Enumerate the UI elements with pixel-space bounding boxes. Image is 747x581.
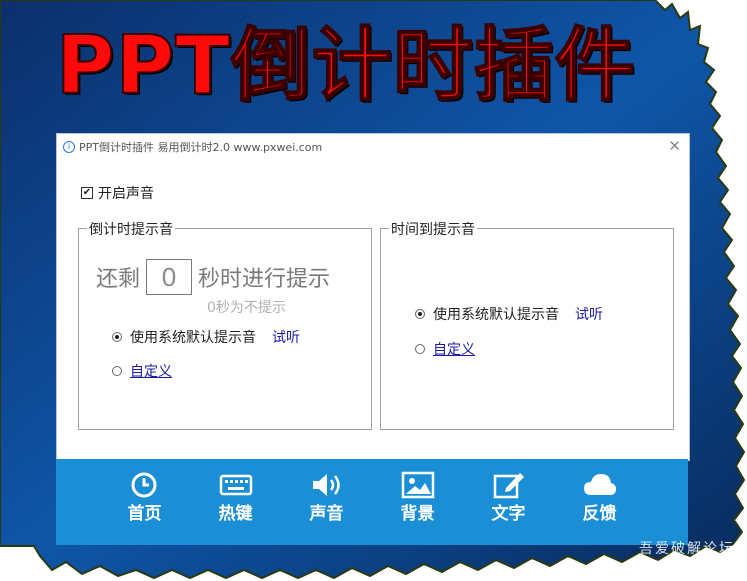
- toolbar-sound-button[interactable]: 声音: [281, 459, 372, 545]
- keyboard-icon: [219, 474, 253, 496]
- toolbar-background-button[interactable]: 背景: [372, 459, 463, 545]
- toolbar-label: 背景: [400, 504, 435, 524]
- toolbar-text-button[interactable]: 文字: [463, 459, 554, 545]
- edit-icon: [493, 473, 524, 499]
- toolbar-label: 文字: [491, 504, 526, 524]
- toolbar-label: 声音: [309, 504, 344, 524]
- timeup-try-button[interactable]: 试听: [575, 304, 603, 324]
- enable-sound-checkbox[interactable]: ✔ 开启声音: [81, 183, 154, 203]
- title-bar: i PPT倒计时插件 易用倒计时2.0 www.pxwei.com ✕: [57, 134, 689, 160]
- speaker-icon: [313, 474, 340, 496]
- window-title: PPT倒计时插件 易用倒计时2.0 www.pxwei.com: [79, 141, 323, 154]
- countdown-try-button[interactable]: 试听: [272, 327, 300, 347]
- watermark-line2: www.52pojie.cn: [656, 558, 735, 569]
- remaining-suffix: 秒时进行提示: [198, 267, 331, 292]
- cloud-icon: [584, 474, 616, 495]
- site-watermark: 吾爱破解论坛 www.52pojie.cn: [639, 538, 735, 569]
- clock-icon: [131, 472, 157, 498]
- zero-hint: 0秒为不提示: [207, 300, 286, 316]
- toolbar-label: 热键: [218, 504, 253, 524]
- timeup-default-label: 使用系统默认提示音: [433, 307, 559, 323]
- countdown-default-label: 使用系统默认提示音: [130, 330, 256, 346]
- seconds-input[interactable]: 0: [146, 259, 193, 295]
- toolbar-home-button[interactable]: 首页: [99, 459, 190, 545]
- close-button[interactable]: ✕: [668, 137, 681, 155]
- bottom-toolbar: 首页 热键 声音 背景 文字 反馈: [56, 459, 688, 545]
- timeup-custom-link[interactable]: 自定义: [433, 339, 475, 359]
- countdown-default-option[interactable]: 使用系统默认提示音 试听: [112, 327, 300, 347]
- checkbox-box[interactable]: ✔: [81, 187, 93, 199]
- watermark-line1: 吾爱破解论坛: [639, 541, 735, 557]
- radio-button[interactable]: [415, 344, 425, 354]
- remaining-seconds-row: 还剩 0 秒时进行提示: [96, 259, 330, 295]
- radio-button-checked[interactable]: [112, 332, 122, 342]
- timeup-group-legend: 时间到提示音: [389, 219, 477, 239]
- radio-button-checked[interactable]: [415, 309, 425, 319]
- remaining-prefix: 还剩: [96, 267, 141, 292]
- image-icon: [401, 471, 435, 499]
- info-icon: i: [63, 141, 75, 153]
- countdown-custom-option[interactable]: 自定义: [112, 361, 172, 381]
- toolbar-hotkey-button[interactable]: 热键: [190, 459, 281, 545]
- toolbar-label: 反馈: [582, 504, 617, 524]
- countdown-group-legend: 倒计时提示音: [87, 219, 175, 239]
- timeup-default-option[interactable]: 使用系统默认提示音 试听: [415, 304, 603, 324]
- enable-sound-label: 开启声音: [98, 186, 154, 202]
- banner-title: PPT倒计时插件: [55, 18, 636, 113]
- timeup-custom-option[interactable]: 自定义: [415, 339, 475, 359]
- radio-button[interactable]: [112, 366, 122, 376]
- countdown-custom-link[interactable]: 自定义: [130, 361, 172, 381]
- settings-dialog: i PPT倒计时插件 易用倒计时2.0 www.pxwei.com ✕ ✔ 开启…: [56, 133, 690, 461]
- toolbar-label: 首页: [127, 504, 162, 524]
- toolbar-feedback-button[interactable]: 反馈: [554, 459, 645, 545]
- timeup-sound-group: 时间到提示音 使用系统默认提示音 试听 自定义: [380, 219, 674, 430]
- countdown-sound-group: 倒计时提示音 还剩 0 秒时进行提示 0秒为不提示 使用系统默认提示音 试听 自…: [78, 219, 372, 430]
